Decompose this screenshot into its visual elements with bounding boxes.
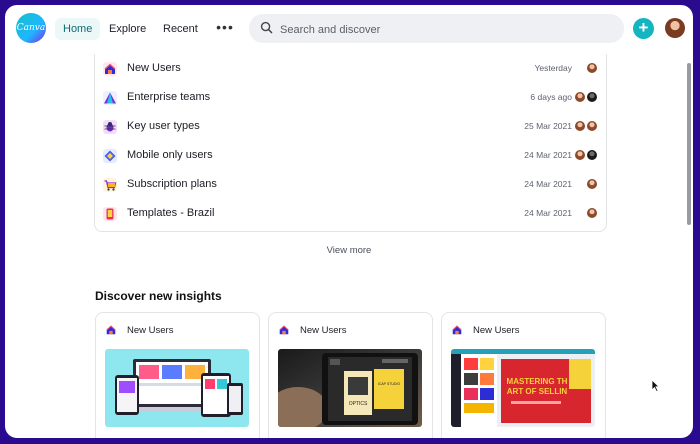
search-icon xyxy=(260,21,273,34)
list-item[interactable]: Mobile only users 24 Mar 2021 xyxy=(95,142,606,171)
house-icon xyxy=(106,325,116,335)
list-item-date: Yesterday xyxy=(534,63,573,73)
thumb-text: MASTERING TH xyxy=(507,377,568,386)
card-title: New Users xyxy=(300,325,347,336)
plus-icon: + xyxy=(638,18,649,37)
list-item-name: New Users xyxy=(127,62,181,74)
canva-logo[interactable]: Canva xyxy=(16,13,46,43)
section-heading: Discover new insights xyxy=(95,289,222,303)
vertical-scrollbar[interactable] xyxy=(687,63,691,225)
cart-icon xyxy=(103,178,117,192)
list-item-name: Enterprise teams xyxy=(127,91,211,103)
house-icon xyxy=(452,325,462,335)
search-bar[interactable] xyxy=(249,14,624,43)
avatar xyxy=(575,121,585,131)
thumb-text: ICAP STUDIO xyxy=(378,382,401,386)
avatar xyxy=(575,150,585,160)
house-icon xyxy=(279,325,289,335)
card-thumbnail: OPTICS ICAP STUDIO xyxy=(278,349,422,427)
list-item-date: 24 Mar 2021 xyxy=(524,150,572,160)
insight-card[interactable]: New Users xyxy=(95,312,260,438)
insight-card[interactable]: New Users MASTERING TH ART OF SELLIN xyxy=(441,312,606,438)
app-window: Canva Home Explore Recent ••• + New User… xyxy=(5,5,693,438)
avatar xyxy=(587,179,597,189)
phone-icon xyxy=(103,207,117,221)
list-item-name: Templates - Brazil xyxy=(127,207,215,219)
card-title: New Users xyxy=(473,325,520,336)
card-thumbnail: MASTERING TH ART OF SELLIN xyxy=(451,349,595,427)
list-item-date: 24 Mar 2021 xyxy=(524,208,572,218)
list-item-name: Subscription plans xyxy=(127,178,217,190)
triangle-icon xyxy=(103,91,117,105)
avatar xyxy=(587,63,597,73)
top-bar: Canva Home Explore Recent ••• + xyxy=(5,5,693,53)
mouse-cursor-icon xyxy=(651,379,660,392)
thumb-text: ART OF SELLIN xyxy=(507,387,568,396)
avatar xyxy=(587,92,597,102)
view-more-button[interactable]: View more xyxy=(5,245,693,256)
list-item[interactable]: Templates - Brazil 24 Mar 2021 xyxy=(95,200,606,229)
avatar xyxy=(575,92,585,102)
list-item[interactable]: Subscription plans 24 Mar 2021 xyxy=(95,171,606,200)
bug-icon xyxy=(103,120,117,134)
nav-explore[interactable]: Explore xyxy=(101,18,154,40)
list-item-date: 25 Mar 2021 xyxy=(524,121,572,131)
nav-home[interactable]: Home xyxy=(55,18,101,40)
list-item-date: 24 Mar 2021 xyxy=(524,179,572,189)
insight-card[interactable]: New Users OPTICS ICAP STUDIO xyxy=(268,312,433,438)
search-input[interactable] xyxy=(278,19,612,40)
avatar xyxy=(587,208,597,218)
recent-designs-list: New Users Yesterday Enterprise teams 6 d… xyxy=(94,54,607,232)
user-avatar[interactable] xyxy=(665,18,685,38)
house-icon xyxy=(103,62,117,76)
nav-recent[interactable]: Recent xyxy=(155,18,206,40)
diamond-icon xyxy=(103,149,117,163)
list-item[interactable]: Enterprise teams 6 days ago xyxy=(95,84,606,113)
create-button[interactable]: + xyxy=(633,18,654,39)
list-item-date: 6 days ago xyxy=(530,92,572,102)
card-thumbnail xyxy=(105,349,249,427)
more-options-button[interactable]: ••• xyxy=(215,18,235,40)
card-title: New Users xyxy=(127,325,174,336)
list-item-name: Mobile only users xyxy=(127,149,213,161)
list-item[interactable]: New Users Yesterday xyxy=(95,55,606,84)
list-item-name: Key user types xyxy=(127,120,200,132)
avatar xyxy=(587,150,597,160)
list-item[interactable]: Key user types 25 Mar 2021 xyxy=(95,113,606,142)
thumb-text: OPTICS xyxy=(349,401,368,407)
avatar xyxy=(587,121,597,131)
